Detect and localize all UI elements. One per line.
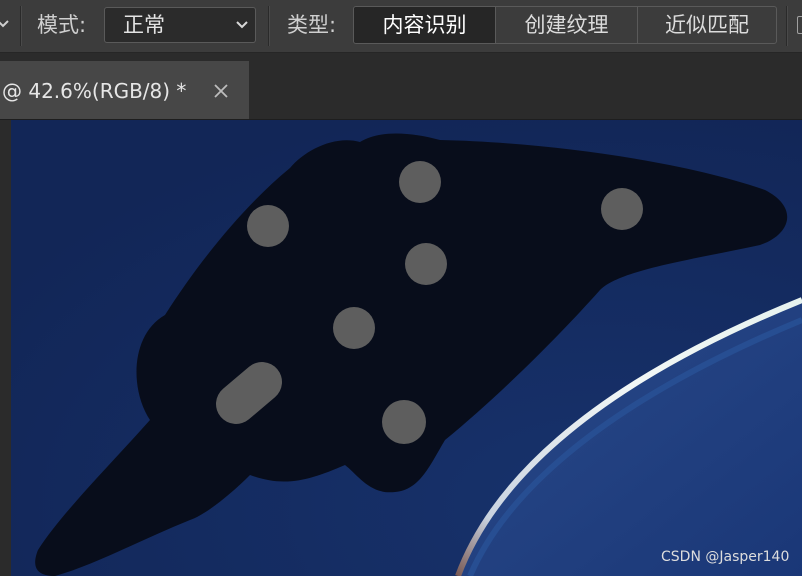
document-tab-bar: @ 42.6%(RGB/8) * bbox=[0, 53, 802, 120]
options-bar: 模式: 正常 类型: 内容识别 创建纹理 近似匹配 bbox=[0, 0, 802, 53]
close-icon[interactable] bbox=[213, 83, 229, 99]
divider bbox=[20, 6, 22, 46]
type-segmented-control: 内容识别 创建纹理 近似匹配 bbox=[353, 6, 777, 44]
chevron-down-icon bbox=[236, 21, 248, 29]
document-tab[interactable]: @ 42.6%(RGB/8) * bbox=[0, 61, 249, 119]
sample-all-layers-checkbox[interactable] bbox=[797, 16, 802, 34]
mode-select-value: 正常 bbox=[123, 13, 165, 37]
watermark-text: CSDN @Jasper140 bbox=[661, 549, 790, 565]
spot-marker bbox=[382, 400, 426, 444]
spot-marker bbox=[405, 243, 447, 285]
type-label: 类型: bbox=[287, 13, 337, 37]
divider bbox=[786, 6, 788, 46]
canvas-edge bbox=[0, 120, 11, 576]
canvas-image bbox=[0, 120, 802, 576]
document-canvas[interactable] bbox=[0, 120, 802, 576]
spot-marker bbox=[247, 205, 289, 247]
mode-label: 模式: bbox=[37, 13, 87, 37]
spot-marker bbox=[216, 362, 282, 424]
spot-marker bbox=[601, 188, 643, 230]
chevron-down-icon[interactable] bbox=[0, 16, 12, 32]
type-create-texture-button[interactable]: 创建纹理 bbox=[496, 7, 638, 43]
type-proximity-match-button[interactable]: 近似匹配 bbox=[638, 7, 776, 43]
spot-marker bbox=[399, 161, 441, 203]
spot-marker bbox=[333, 307, 375, 349]
document-tab-title: @ 42.6%(RGB/8) * bbox=[2, 79, 187, 103]
divider bbox=[268, 6, 270, 46]
type-content-aware-button[interactable]: 内容识别 bbox=[354, 7, 496, 43]
mode-select[interactable]: 正常 bbox=[104, 7, 256, 43]
